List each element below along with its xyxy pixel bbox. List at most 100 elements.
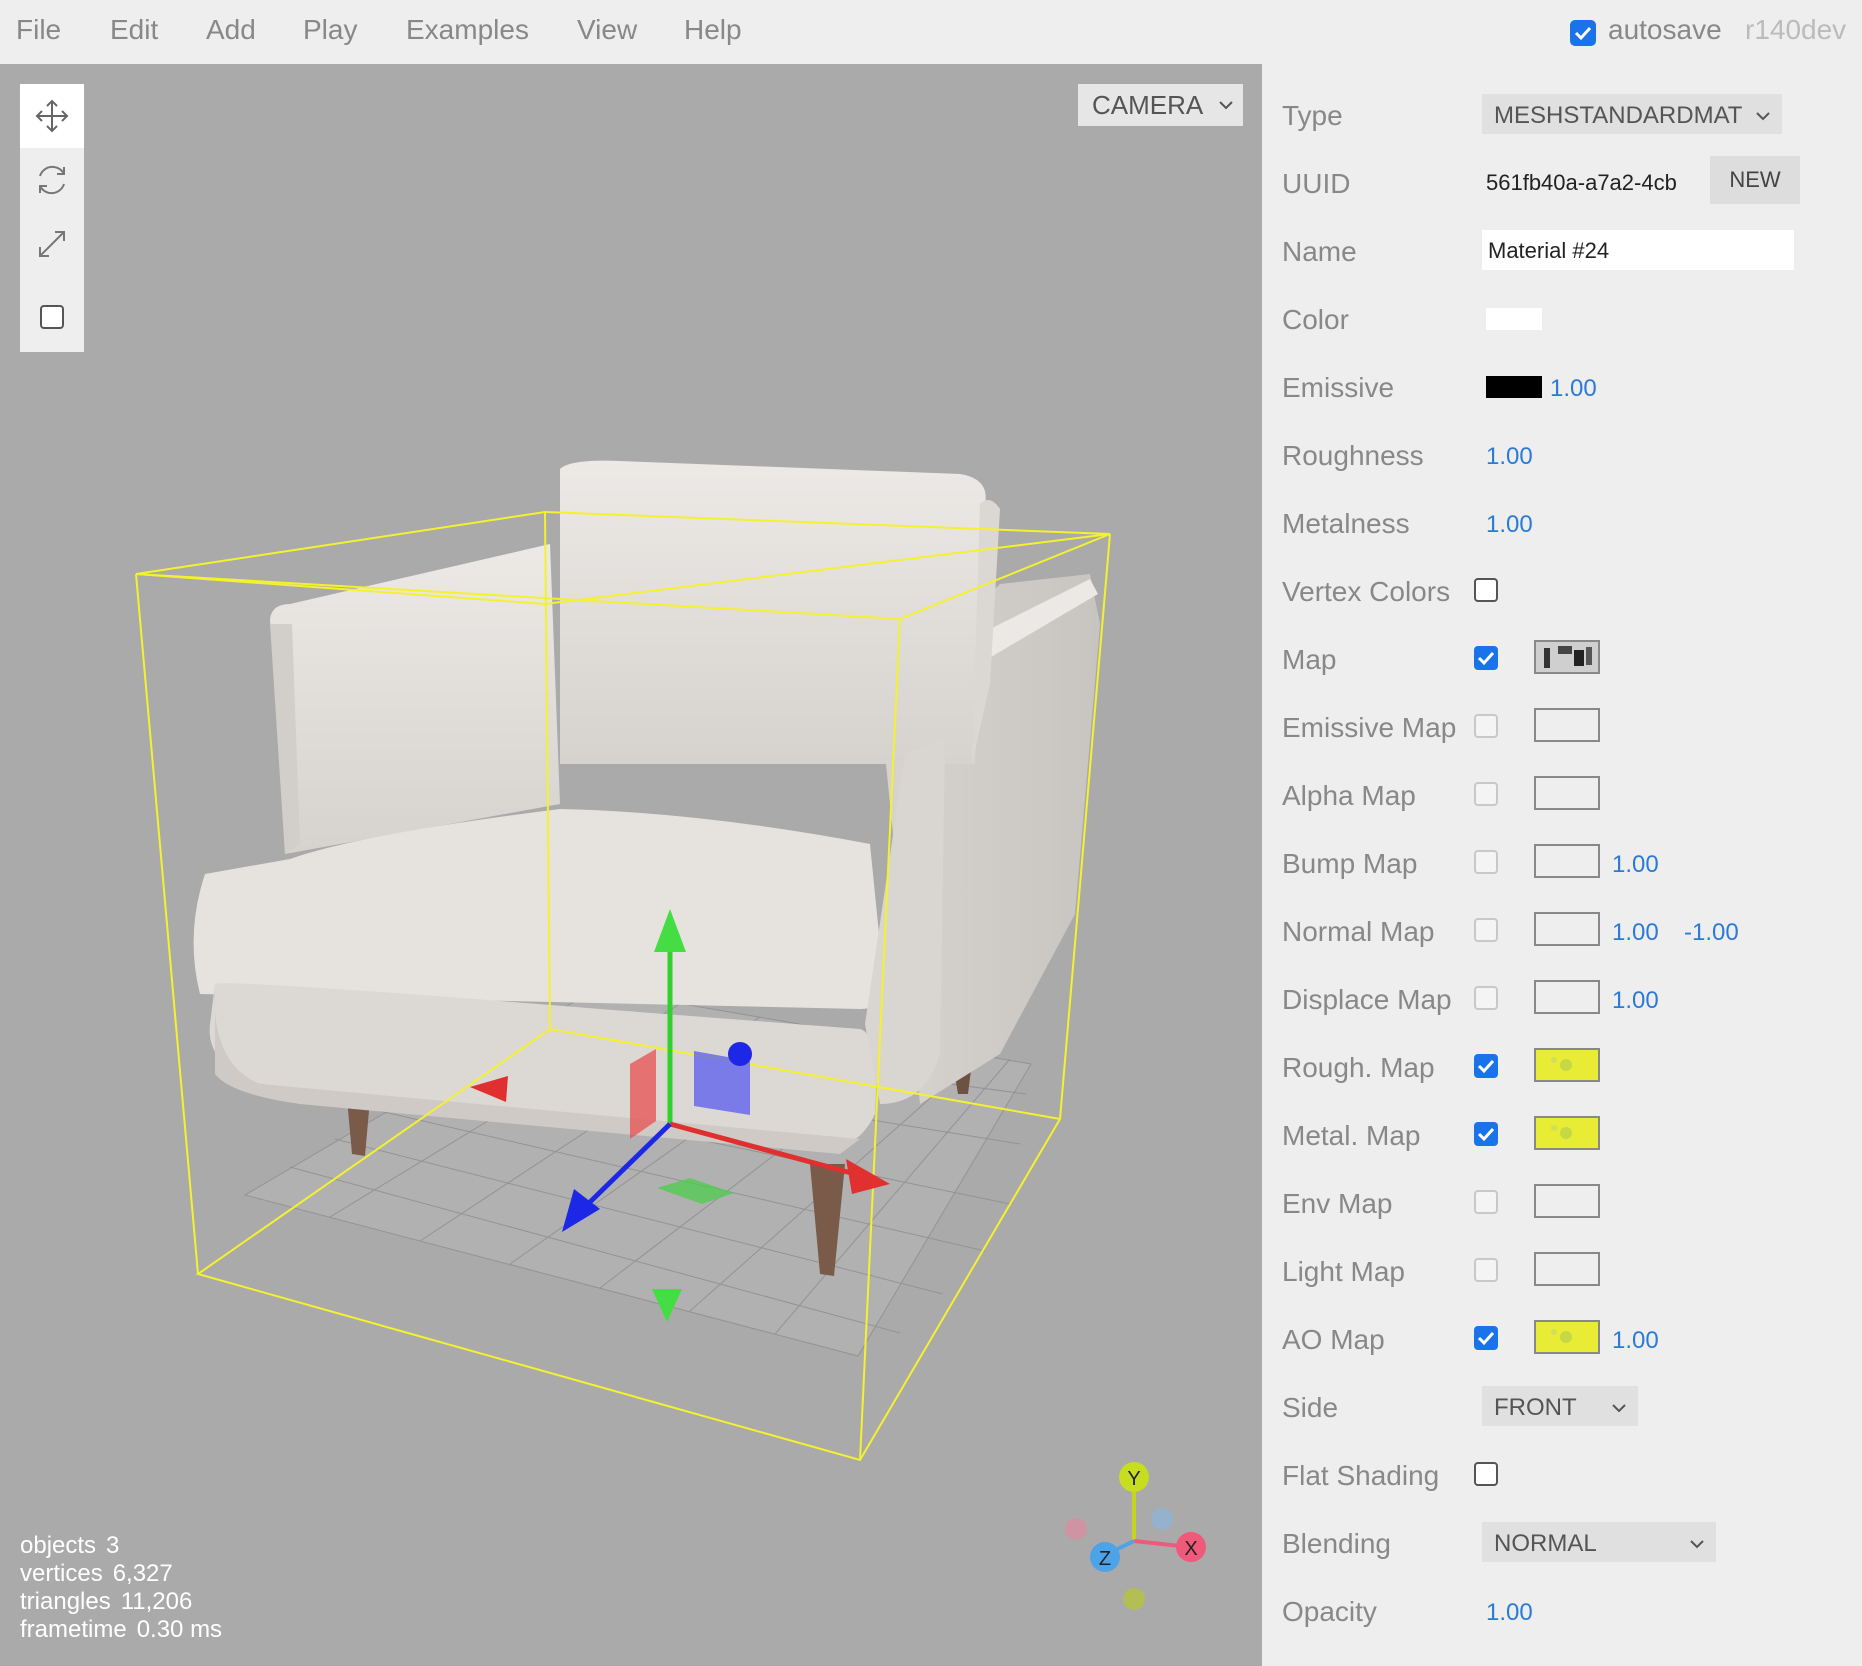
roughness-number[interactable]: 1.00 [1486,443,1533,471]
prop-light-map: Light Map [1282,1250,1862,1290]
prop-metalness: Metalness 1.00 [1282,502,1862,542]
bump-map-scale-number[interactable]: 1.00 [1612,851,1659,879]
opacity-number[interactable]: 1.00 [1486,1599,1533,1627]
normal-map-scale-y-number[interactable]: -1.00 [1684,919,1739,947]
metalness-number[interactable]: 1.00 [1486,511,1533,539]
menu-play[interactable]: Play [303,14,357,46]
rough-map-checkbox[interactable] [1474,1054,1498,1078]
prop-uuid: UUID 561fb40a-a7a2-4cb NEW [1282,156,1862,204]
displace-map-scale-number[interactable]: 1.00 [1612,987,1659,1015]
roughness-label: Roughness [1282,440,1424,471]
bump-map-texture-slot[interactable] [1534,844,1600,878]
emissive-map-label: Emissive Map [1282,712,1457,743]
flat-shading-label: Flat Shading [1282,1460,1440,1491]
local-space-toggle[interactable] [20,276,84,352]
menu-view[interactable]: View [577,14,637,46]
prop-flat-shading: Flat Shading [1282,1454,1862,1494]
map-texture-slot[interactable] [1534,640,1600,674]
prop-blending: Blending NORMAL [1282,1522,1862,1562]
texture-thumbnail-icon [1536,1050,1598,1080]
emissive-map-checkbox[interactable] [1474,714,1498,738]
prop-color: Color [1282,298,1862,338]
color-swatch[interactable] [1486,308,1542,330]
map-label: Map [1282,644,1337,675]
env-map-label: Env Map [1282,1188,1393,1219]
prop-opacity: Opacity 1.00 [1282,1590,1862,1630]
rotate-tool-button[interactable] [20,148,84,212]
bump-map-checkbox[interactable] [1474,850,1498,874]
axis-x-label: X [1184,1538,1197,1560]
prop-ao-map: AO Map 1.00 [1282,1318,1862,1358]
displace-map-label: Displace Map [1282,984,1452,1015]
material-type-value: MESHSTANDARDMATI [1494,102,1744,129]
side-select[interactable]: FRONT [1482,1386,1638,1426]
info-triangles: triangles 11,206 [20,1588,193,1615]
opacity-label: Opacity [1282,1596,1377,1627]
translate-tool-button[interactable] [20,84,84,148]
map-checkbox[interactable] [1474,646,1498,670]
light-map-label: Light Map [1282,1256,1405,1287]
menu-add[interactable]: Add [206,14,256,46]
menu-edit[interactable]: Edit [110,14,158,46]
view-helper[interactable]: Y X Z [1065,1462,1206,1610]
prop-bump-map: Bump Map 1.00 [1282,842,1862,882]
prop-emissive: Emissive 1.00 [1282,366,1862,406]
scale-tool-button[interactable] [20,212,84,276]
blending-select-value: NORMAL [1494,1530,1597,1557]
blending-select[interactable]: NORMAL [1482,1522,1716,1562]
side-select-value: FRONT [1494,1394,1577,1421]
emissive-intensity-number[interactable]: 1.00 [1550,375,1597,403]
prop-env-map: Env Map [1282,1182,1862,1222]
menu-file[interactable]: File [16,14,61,46]
menubar: File Edit Add Play Examples View Help au… [0,0,1862,64]
emissive-map-texture-slot[interactable] [1534,708,1600,742]
new-uuid-button[interactable]: NEW [1710,156,1800,204]
light-map-checkbox[interactable] [1474,1258,1498,1282]
flat-shading-checkbox[interactable] [1474,1462,1498,1486]
chevron-down-icon [1756,112,1770,121]
ao-map-texture-slot[interactable] [1534,1320,1600,1354]
scene-info: objects 3 vertices 6,327 triangles 11,206 f… [20,1532,222,1644]
env-map-texture-slot[interactable] [1534,1184,1600,1218]
viewport[interactable]: Y X Z CAMERA objects 3 vertices 6,327 tr… [0,64,1262,1666]
light-map-texture-slot[interactable] [1534,1252,1600,1286]
displace-map-texture-slot[interactable] [1534,980,1600,1014]
autosave-checkbox[interactable] [1570,20,1596,46]
menu-help[interactable]: Help [684,14,742,46]
camera-select[interactable]: CAMERA [1078,84,1243,126]
ao-map-scale-number[interactable]: 1.00 [1612,1327,1659,1355]
scale-icon [39,231,65,257]
metal-map-label: Metal. Map [1282,1120,1421,1151]
material-name-input[interactable]: Material #24 [1482,230,1794,270]
emissive-swatch[interactable] [1486,376,1542,398]
vertex-colors-checkbox[interactable] [1474,578,1498,602]
metal-map-texture-slot[interactable] [1534,1116,1600,1150]
material-panel: Type MESHSTANDARDMATI UUID 561fb40a-a7a2… [1262,64,1862,1666]
normal-map-scale-number[interactable]: 1.00 [1612,919,1659,947]
checkmark-icon [1477,651,1495,666]
metal-map-checkbox[interactable] [1474,1122,1498,1146]
prop-name: Name Material #24 [1282,230,1862,270]
alpha-map-texture-slot[interactable] [1534,776,1600,810]
rough-map-texture-slot[interactable] [1534,1048,1600,1082]
metalness-label: Metalness [1282,508,1410,539]
texture-thumbnail-icon [1536,1322,1598,1352]
prop-type: Type MESHSTANDARDMATI [1282,94,1862,134]
checkmark-icon [1574,26,1592,41]
material-type-select[interactable]: MESHSTANDARDMATI [1482,94,1782,134]
prop-next-row [1282,1658,1862,1666]
ao-map-checkbox[interactable] [1474,1326,1498,1350]
transform-toolbar [20,84,84,352]
displace-map-checkbox[interactable] [1474,986,1498,1010]
prop-vertex-colors: Vertex Colors [1282,570,1862,610]
normal-map-texture-slot[interactable] [1534,912,1600,946]
alpha-map-checkbox[interactable] [1474,782,1498,806]
menu-examples[interactable]: Examples [406,14,529,46]
env-map-checkbox[interactable] [1474,1190,1498,1214]
scene-canvas[interactable]: Y X Z [0,64,1262,1666]
ao-map-label: AO Map [1282,1324,1385,1355]
chevron-down-icon [1612,1404,1626,1413]
chevron-down-icon [1219,101,1233,110]
normal-map-checkbox[interactable] [1474,918,1498,942]
info-frametime: frametime 0.30 ms [20,1616,223,1643]
